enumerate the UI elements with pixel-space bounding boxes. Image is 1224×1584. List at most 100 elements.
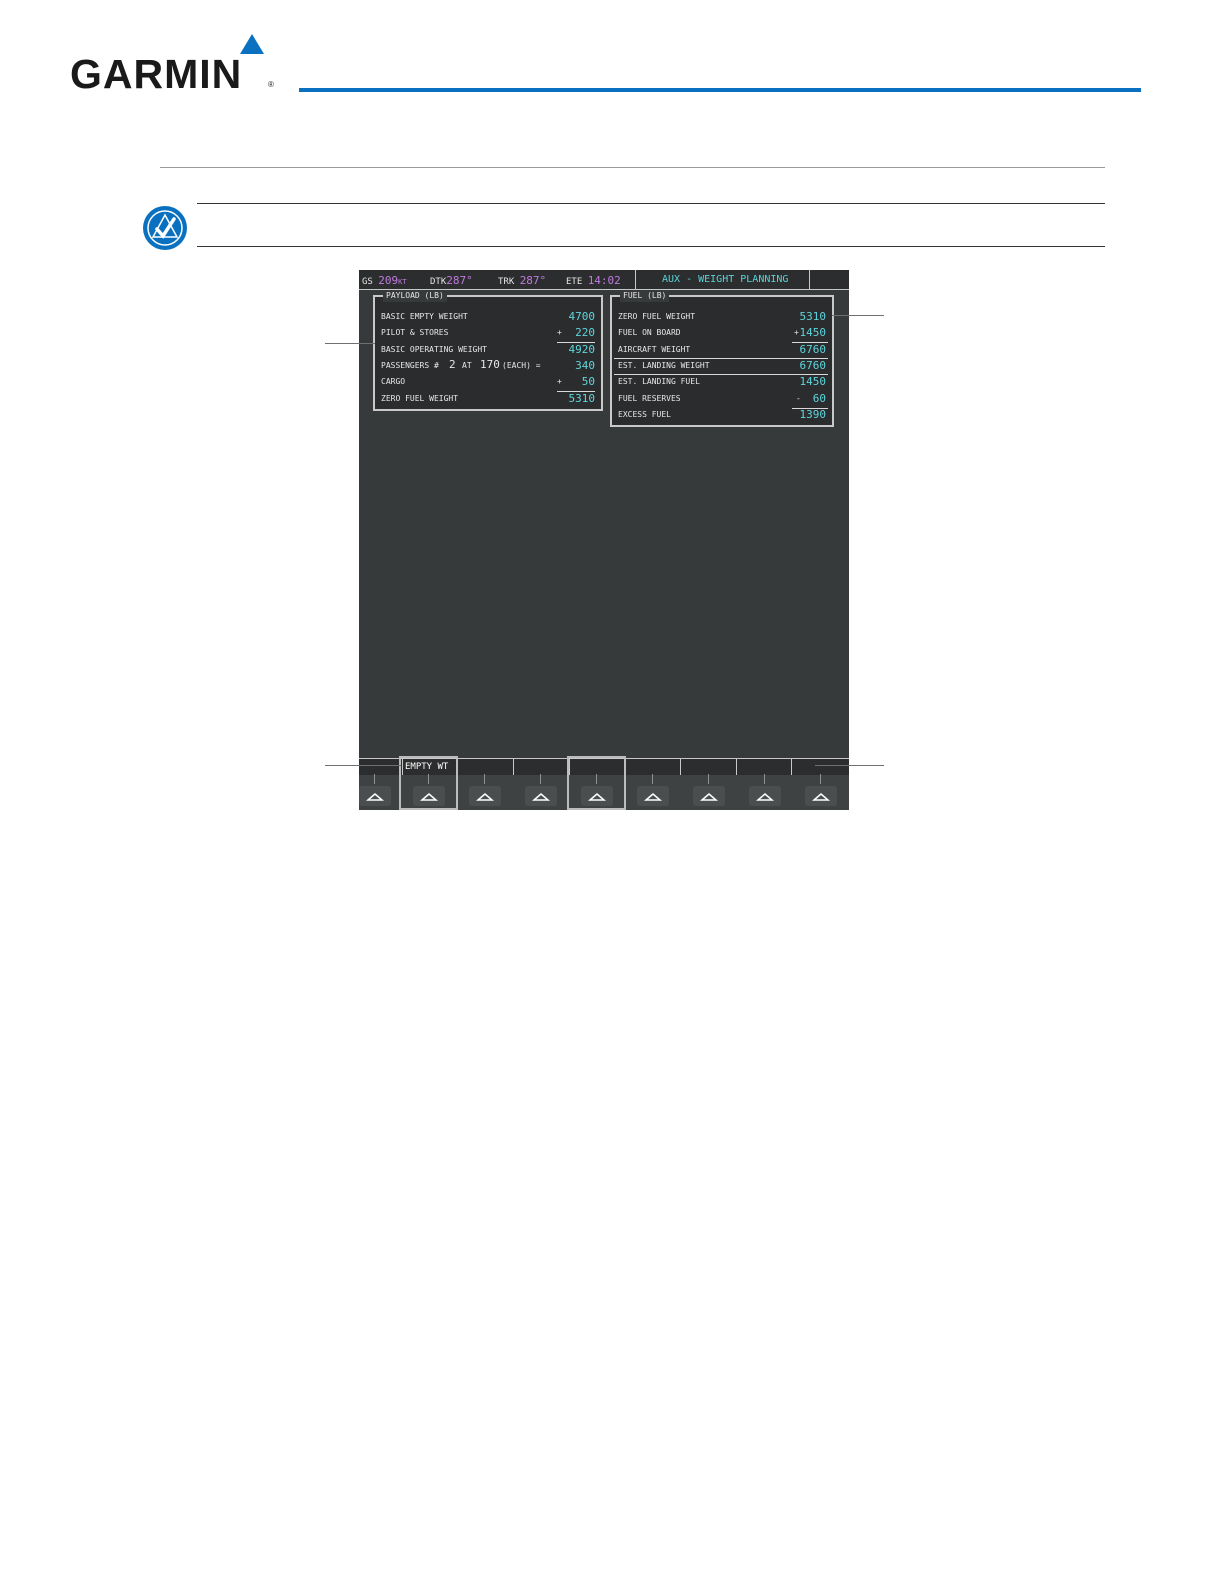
up-triangle-icon bbox=[475, 793, 495, 801]
trk-value: 287° bbox=[519, 274, 547, 287]
fuel-row-est-landing-weight: EST. LANDING WEIGHT 6760 bbox=[618, 358, 826, 374]
fuel-row-est-landing-fuel: EST. LANDING FUEL 1450 bbox=[618, 374, 826, 390]
track-field: TRK 287° bbox=[498, 274, 546, 287]
brand-wordmark: GARMIN bbox=[70, 51, 243, 97]
plus-operator: + bbox=[557, 328, 562, 337]
mfd-display: GS 209KT DTK287° TRK 287° ETE 14:02 AUX … bbox=[359, 270, 849, 810]
gs-unit: KT bbox=[398, 278, 407, 286]
row-label: EST. LANDING WEIGHT bbox=[618, 361, 710, 370]
fuel-row-excess-fuel: EXCESS FUEL 1390 bbox=[618, 407, 826, 423]
status-separator bbox=[635, 270, 636, 289]
row-label: EXCESS FUEL bbox=[618, 410, 671, 419]
softkey-4-button[interactable] bbox=[525, 774, 557, 806]
row-label: BASIC EMPTY WEIGHT bbox=[381, 312, 468, 321]
row-label: PILOT & STORES bbox=[381, 328, 449, 337]
fuel-on-board-value[interactable]: 1450 bbox=[800, 326, 827, 339]
softkey-9-button[interactable] bbox=[805, 774, 837, 806]
pilot-stores-value[interactable]: 220 bbox=[575, 326, 595, 339]
softkey-8-button[interactable] bbox=[749, 774, 781, 806]
up-triangle-icon bbox=[643, 793, 663, 801]
at-label: AT bbox=[462, 361, 472, 370]
ete-label: ETE bbox=[566, 277, 583, 287]
softkey-6-button[interactable] bbox=[637, 774, 669, 806]
row-label: FUEL RESERVES bbox=[618, 394, 681, 403]
row-label: EST. LANDING FUEL bbox=[618, 377, 700, 386]
each-label: (EACH) = bbox=[502, 361, 541, 370]
softkey-divider bbox=[791, 759, 792, 775]
payload-title: PAYLOAD (LB) bbox=[383, 290, 447, 302]
fuel-zero-fuel-weight-value: 5310 bbox=[799, 310, 827, 323]
gs-value: 209 bbox=[378, 274, 399, 287]
est-landing-weight-value: 6760 bbox=[799, 359, 827, 372]
softkey-divider bbox=[513, 759, 514, 775]
row-label: AIRCRAFT WEIGHT bbox=[618, 345, 691, 354]
plus-operator: + bbox=[557, 377, 562, 386]
fuel-row-aircraft-weight: AIRCRAFT WEIGHT 6760 bbox=[618, 342, 826, 358]
passengers-total-value: 340 bbox=[575, 359, 595, 372]
callout-line-fuel bbox=[832, 315, 884, 316]
fuel-box: FUEL (LB) ZERO FUEL WEIGHT 5310 FUEL ON … bbox=[610, 290, 834, 427]
fuel-row-fuel-reserves: FUEL RESERVES - 60 bbox=[618, 391, 826, 407]
aircraft-weight-value: 6760 bbox=[799, 343, 827, 356]
ground-speed-field: GS 209KT bbox=[362, 274, 407, 287]
garmin-logo: GARMIN ® bbox=[70, 34, 280, 96]
callout-line-empty-wt bbox=[325, 765, 401, 766]
softkey-highlight-5 bbox=[567, 756, 626, 810]
basic-operating-weight-value: 4920 bbox=[568, 343, 596, 356]
payload-row-basic-operating-weight: BASIC OPERATING WEIGHT 4920 bbox=[381, 342, 595, 358]
page-title: AUX - WEIGHT PLANNING bbox=[662, 274, 789, 285]
callout-line-payload bbox=[325, 343, 375, 344]
desired-track-field: DTK287° bbox=[430, 274, 473, 287]
zero-fuel-weight-value: 5310 bbox=[568, 392, 596, 405]
up-triangle-icon bbox=[699, 793, 719, 801]
row-label: CARGO bbox=[381, 377, 406, 386]
ete-value: 14:02 bbox=[587, 274, 621, 287]
dtk-label: DTK bbox=[430, 277, 447, 287]
cargo-value[interactable]: 50 bbox=[582, 375, 595, 388]
fuel-title: FUEL (LB) bbox=[620, 290, 670, 302]
callout-line-softkeys bbox=[815, 765, 884, 766]
softkey-1-button[interactable] bbox=[359, 774, 391, 806]
passenger-each-weight[interactable]: 170 bbox=[480, 358, 500, 371]
header-rule bbox=[299, 88, 1141, 92]
note-rule-top bbox=[197, 203, 1105, 204]
row-label: BASIC OPERATING WEIGHT bbox=[381, 345, 487, 354]
registered-mark: ® bbox=[268, 80, 274, 89]
payload-row-basic-empty-weight: BASIC EMPTY WEIGHT 4700 bbox=[381, 309, 595, 325]
softkey-divider bbox=[736, 759, 737, 775]
fuel-reserves-value[interactable]: 60 bbox=[813, 392, 826, 405]
excess-fuel-value: 1390 bbox=[799, 408, 827, 421]
payload-box: PAYLOAD (LB) BASIC EMPTY WEIGHT 4700 PIL… bbox=[373, 290, 603, 411]
softkey-bar: EMPTY WT bbox=[359, 756, 849, 810]
payload-row-zero-fuel-weight: ZERO FUEL WEIGHT 5310 bbox=[381, 391, 595, 407]
fuel-row-fuel-on-board: FUEL ON BOARD + 1450 bbox=[618, 325, 826, 341]
payload-row-passengers: PASSENGERS # 2 AT 170 (EACH) = 340 bbox=[381, 358, 595, 374]
check-circle-icon bbox=[142, 205, 188, 256]
navigation-status-bar: GS 209KT DTK287° TRK 287° ETE 14:02 AUX … bbox=[359, 270, 849, 290]
up-triangle-icon bbox=[755, 793, 775, 801]
payload-row-pilot-stores: PILOT & STORES + 220 bbox=[381, 325, 595, 341]
garmin-triangle-icon bbox=[240, 34, 264, 54]
up-triangle-icon bbox=[365, 793, 385, 801]
softkey-3-button[interactable] bbox=[469, 774, 501, 806]
softkey-highlight-empty-wt bbox=[399, 756, 458, 810]
dtk-value: 287° bbox=[446, 274, 473, 287]
row-label: ZERO FUEL WEIGHT bbox=[381, 394, 459, 403]
softkey-7-button[interactable] bbox=[693, 774, 725, 806]
row-label: FUEL ON BOARD bbox=[618, 328, 681, 337]
plus-operator: + bbox=[794, 328, 799, 337]
up-triangle-icon bbox=[811, 793, 831, 801]
basic-empty-weight-value[interactable]: 4700 bbox=[569, 310, 596, 323]
passenger-count[interactable]: 2 bbox=[449, 358, 456, 371]
row-label: PASSENGERS # bbox=[381, 361, 439, 370]
up-triangle-icon bbox=[531, 793, 551, 801]
status-separator bbox=[809, 270, 810, 289]
softkey-divider bbox=[680, 759, 681, 775]
payload-row-cargo: CARGO + 50 bbox=[381, 374, 595, 390]
fuel-row-zero-fuel-weight: ZERO FUEL WEIGHT 5310 bbox=[618, 309, 826, 325]
est-landing-fuel-value: 1450 bbox=[799, 375, 827, 388]
gs-label: GS bbox=[362, 277, 373, 287]
section-divider bbox=[160, 167, 1105, 168]
note-rule-bottom bbox=[197, 246, 1105, 247]
row-label: ZERO FUEL WEIGHT bbox=[618, 312, 696, 321]
